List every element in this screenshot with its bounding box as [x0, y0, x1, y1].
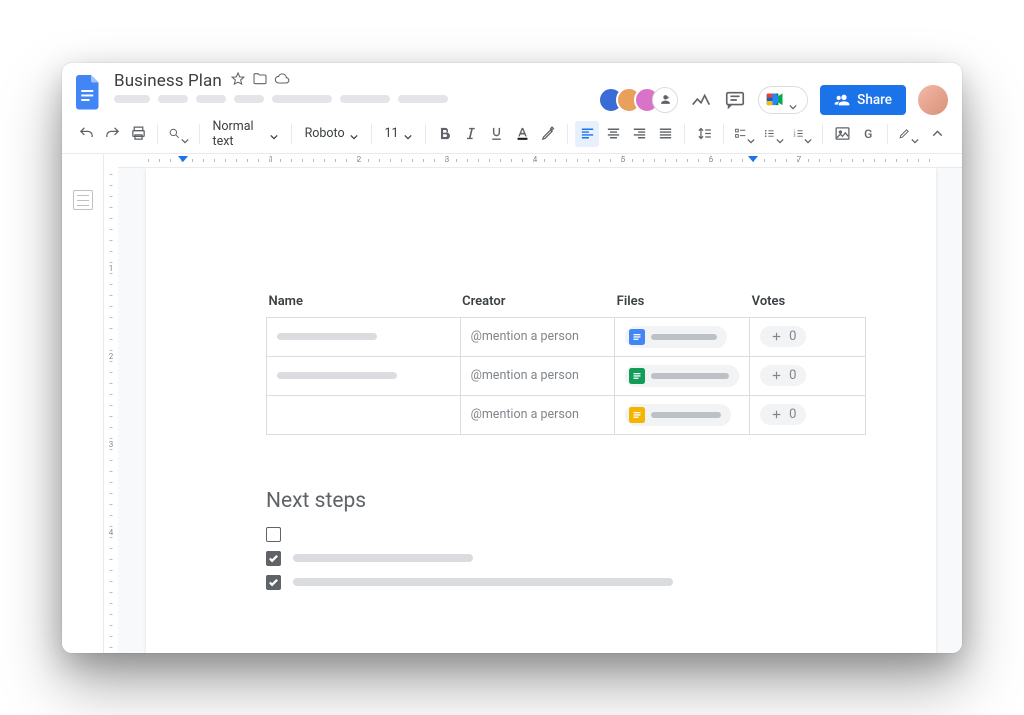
header-actions: Share — [598, 85, 948, 115]
print-button[interactable] — [126, 121, 150, 147]
zoom-button[interactable] — [165, 121, 192, 147]
insert-image-button[interactable] — [830, 121, 854, 147]
vote-chip[interactable]: 0 — [760, 365, 806, 386]
table-header: Name — [267, 288, 461, 318]
menu-item[interactable] — [340, 95, 390, 103]
text-color-button[interactable] — [510, 121, 534, 147]
menu-item[interactable] — [272, 95, 332, 103]
vote-chip[interactable]: 0 — [760, 326, 806, 347]
content-placeholder — [293, 554, 473, 562]
people-icon — [834, 92, 850, 108]
toolbar: Normal text Roboto 11 123 G — [62, 115, 962, 154]
align-justify-button[interactable] — [653, 121, 677, 147]
align-center-button[interactable] — [601, 121, 625, 147]
menu-item[interactable] — [398, 95, 448, 103]
table-header: Creator — [460, 288, 615, 318]
bulleted-list-button[interactable] — [760, 121, 787, 147]
document-title[interactable]: Business Plan — [114, 71, 222, 91]
account-avatar[interactable] — [918, 85, 948, 115]
table-row[interactable]: @mention a person 0 — [267, 395, 866, 434]
menu-item[interactable] — [234, 95, 264, 103]
bold-button[interactable] — [432, 121, 456, 147]
menu-item[interactable] — [196, 95, 226, 103]
outline-rail — [62, 154, 104, 653]
file-type-icon — [629, 407, 645, 423]
italic-button[interactable] — [458, 121, 482, 147]
header: Business Plan Share — [62, 63, 962, 115]
content-placeholder — [293, 578, 673, 586]
line-spacing-button[interactable] — [692, 121, 716, 147]
mention-placeholder[interactable]: @mention a person — [471, 368, 579, 383]
highlight-button[interactable] — [536, 121, 560, 147]
file-type-icon — [629, 329, 645, 345]
collaborator-avatars[interactable] — [598, 87, 678, 113]
title-area: Business Plan — [114, 71, 448, 103]
editing-mode-button[interactable] — [895, 121, 922, 147]
table-row[interactable]: @mention a person 0 — [267, 356, 866, 395]
cloud-status-icon[interactable] — [274, 71, 290, 91]
comments-icon[interactable] — [724, 89, 746, 111]
checkbox[interactable] — [266, 551, 281, 566]
numbered-list-button[interactable]: 123 — [789, 121, 816, 147]
file-chip[interactable] — [625, 365, 739, 387]
paragraph-style-select[interactable]: Normal text — [207, 121, 284, 147]
file-type-icon — [629, 368, 645, 384]
vote-chip[interactable]: 0 — [760, 404, 806, 425]
font-select[interactable]: Roboto — [299, 121, 364, 147]
menu-item[interactable] — [158, 95, 188, 103]
checklist-item[interactable] — [266, 527, 866, 542]
docs-logo-icon[interactable] — [72, 73, 104, 113]
star-icon[interactable] — [230, 71, 246, 91]
content-table[interactable]: Name Creator Files Votes @mention a pers… — [266, 288, 866, 435]
file-chip[interactable] — [625, 404, 731, 426]
menu-item[interactable] — [114, 95, 150, 103]
table-header: Files — [615, 288, 750, 318]
insert-link-button[interactable]: G — [856, 121, 880, 147]
menu-bar[interactable] — [114, 95, 448, 103]
meet-icon — [765, 91, 785, 109]
vertical-ruler[interactable]: 1234 — [104, 154, 118, 653]
collapse-toolbar-button[interactable] — [926, 121, 950, 147]
checklist-item[interactable] — [266, 575, 866, 590]
caret-down-icon — [789, 96, 797, 104]
undo-button[interactable] — [74, 121, 98, 147]
align-right-button[interactable] — [627, 121, 651, 147]
checkbox[interactable] — [266, 575, 281, 590]
font-size-select[interactable]: 11 — [378, 121, 417, 147]
align-left-button[interactable] — [575, 121, 599, 147]
checkbox[interactable] — [266, 527, 281, 542]
meet-button[interactable] — [758, 86, 808, 114]
share-button[interactable]: Share — [820, 85, 906, 115]
redo-button[interactable] — [100, 121, 124, 147]
app-window: Business Plan Share — [62, 63, 962, 653]
workspace: 1234 1234567 Name Creator Files Votes — [62, 154, 962, 653]
section-heading[interactable]: Next steps — [266, 489, 866, 513]
page-scroll-area[interactable]: Name Creator Files Votes @mention a pers… — [118, 168, 962, 653]
checklist[interactable] — [266, 527, 866, 590]
mention-placeholder[interactable]: @mention a person — [471, 407, 579, 422]
collaborator-avatar[interactable] — [652, 87, 678, 113]
svg-text:3: 3 — [793, 134, 795, 138]
table-row[interactable]: @mention a person 0 — [267, 317, 866, 356]
outline-icon[interactable] — [73, 190, 93, 210]
file-chip[interactable] — [625, 326, 727, 348]
share-label: Share — [857, 92, 892, 108]
checklist-button[interactable] — [731, 121, 758, 147]
horizontal-ruler[interactable]: 1234567 — [118, 154, 962, 168]
mention-placeholder[interactable]: @mention a person — [471, 329, 579, 344]
underline-button[interactable] — [484, 121, 508, 147]
table-header: Votes — [750, 288, 866, 318]
document-page[interactable]: Name Creator Files Votes @mention a pers… — [146, 168, 936, 653]
version-history-icon[interactable] — [690, 89, 712, 111]
checklist-item[interactable] — [266, 551, 866, 566]
move-folder-icon[interactable] — [252, 71, 268, 91]
